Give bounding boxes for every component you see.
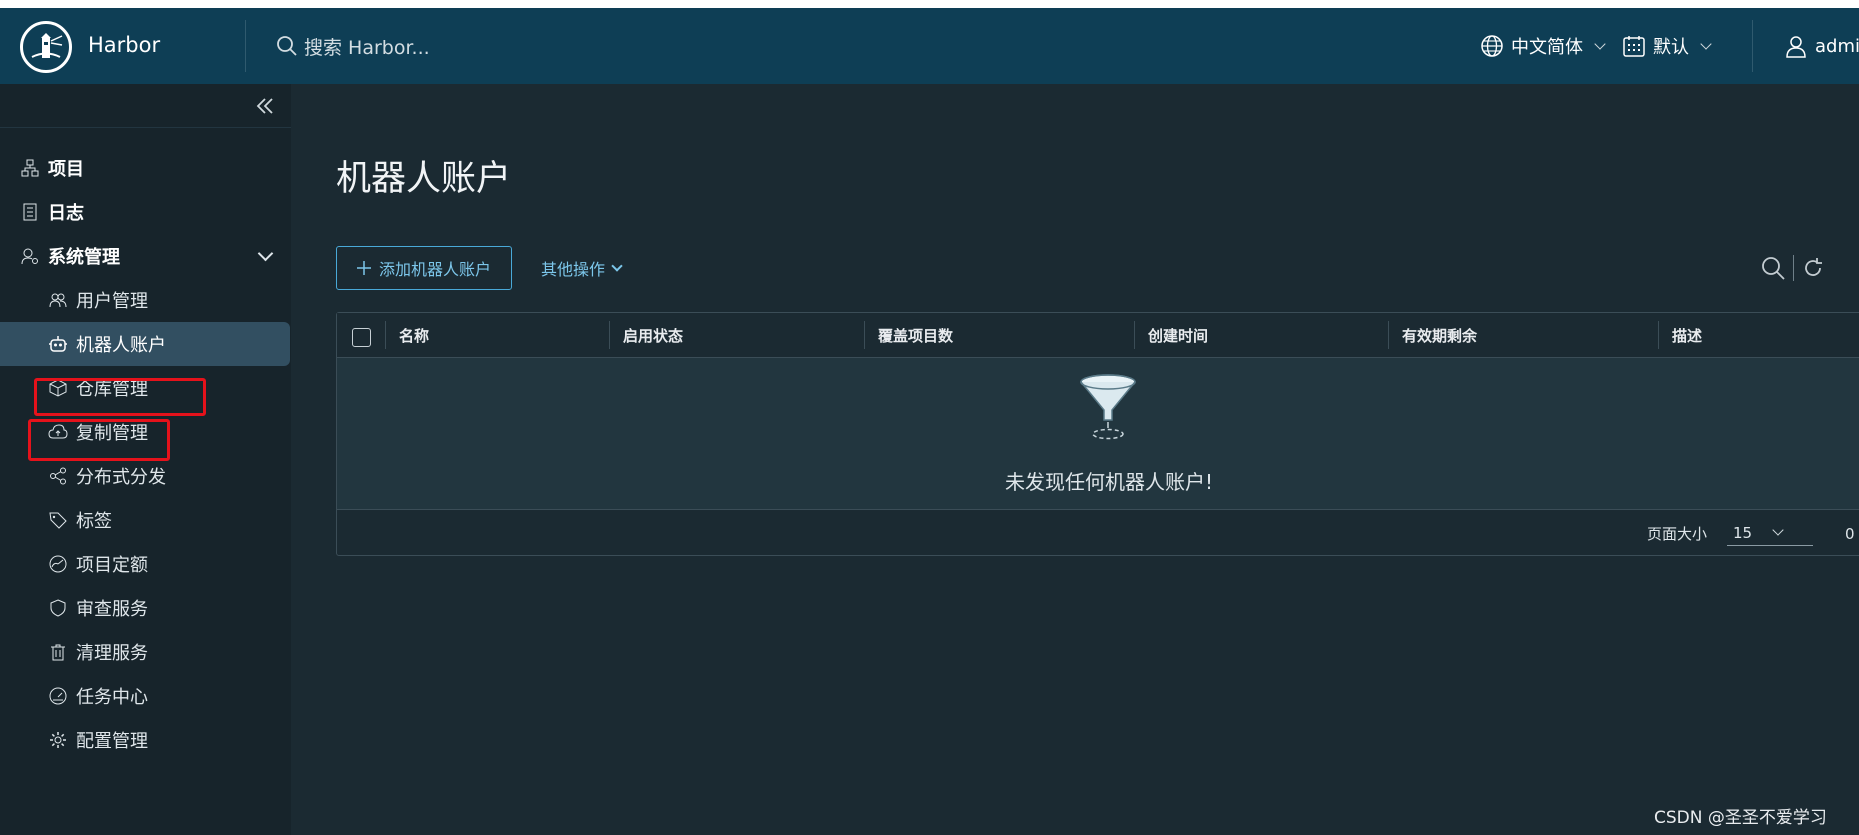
global-search[interactable]: 搜索 Harbor... [276, 30, 430, 62]
shield-icon [48, 598, 68, 618]
log-icon [20, 202, 40, 222]
collapse-icon[interactable] [255, 96, 275, 116]
chevron-down-icon [257, 245, 274, 262]
funnel-icon [1080, 374, 1136, 440]
toolbar-divider [1793, 255, 1794, 281]
sidebar-item-label: 用户管理 [76, 291, 148, 312]
sidebar-item-label: 分布式分发 [76, 467, 166, 488]
sidebar-item-label: 配置管理 [76, 731, 148, 752]
plus-icon [356, 261, 371, 275]
users-icon [48, 290, 68, 310]
dashboard-icon [48, 686, 68, 706]
page-title: 机器人账户 [336, 159, 512, 199]
sidebar-collapse-bar [0, 84, 291, 128]
gauge-icon [48, 554, 68, 574]
username: admin [1815, 35, 1859, 57]
sidebar-item-label: 任务中心 [76, 687, 148, 708]
share-icon [48, 466, 68, 486]
language-label: 中文简体 [1511, 37, 1583, 58]
select-all-checkbox[interactable] [352, 328, 371, 347]
robot-accounts-table: 名称 启用状态 覆盖项目数 创建时间 有效期剩余 描述 未发现任何机器人账户! … [336, 312, 1859, 556]
sidebar-item-scanners[interactable]: 审查服务 [0, 586, 291, 630]
total-count: 0 条记录 [1845, 525, 1859, 543]
refresh-icon[interactable] [1802, 257, 1824, 279]
watermark: CSDN @圣圣不爱学习 [1654, 808, 1827, 828]
column-separator [1388, 321, 1389, 349]
table-header: 名称 启用状态 覆盖项目数 创建时间 有效期剩余 描述 [337, 313, 1859, 358]
sidebar: 项目 日志 系统管理 用户管理 机器人账户 仓库管理 复制管理 分布式分发 标签… [0, 84, 291, 835]
app-header: Harbor 搜索 Harbor... 中文简体 默认 admi [0, 8, 1859, 84]
page-size-select[interactable]: 15 [1727, 520, 1813, 546]
user-icon [1786, 36, 1806, 58]
chevron-down-icon [611, 260, 623, 272]
other-actions-dropdown[interactable]: 其他操作 [541, 246, 623, 290]
sidebar-item-label: 日志 [48, 203, 84, 224]
sidebar-item-projects[interactable]: 项目 [0, 146, 291, 190]
column-header-projects[interactable]: 覆盖项目数 [878, 313, 953, 358]
page-size-label: 页面大小 [1647, 525, 1708, 543]
calendar-icon [1623, 36, 1645, 57]
highlight-box-registries [34, 378, 206, 416]
empty-state-message: 未发现任何机器人账户! [1004, 470, 1214, 494]
robot-icon [48, 334, 68, 354]
add-button-label: 添加机器人账户 [378, 260, 491, 279]
theme-selector[interactable]: 默认 [1622, 30, 1712, 62]
chevron-down-icon [1594, 37, 1606, 50]
highlight-box-replications [28, 419, 170, 461]
brand-name[interactable]: Harbor [88, 33, 160, 57]
chevron-down-icon [1772, 524, 1784, 536]
tag-icon [48, 510, 68, 530]
language-selector[interactable]: 中文简体 [1480, 30, 1606, 62]
search-placeholder: 搜索 Harbor... [304, 36, 430, 59]
column-separator [385, 321, 386, 349]
gear-icon [48, 730, 68, 750]
sidebar-item-label: 系统管理 [48, 247, 120, 268]
globe-icon [1481, 35, 1503, 57]
column-header-name[interactable]: 名称 [399, 313, 429, 358]
main-content: 机器人账户 添加机器人账户 其他操作 名称 启用状态 覆盖项目数 创建时间 有效… [291, 84, 1859, 835]
user-menu[interactable]: admin [1784, 30, 1859, 62]
table-footer: 页面大小 15 0 条记录 [337, 510, 1859, 555]
sidebar-item-quotas[interactable]: 项目定额 [0, 542, 291, 586]
add-robot-account-button[interactable]: 添加机器人账户 [336, 246, 512, 290]
sidebar-item-administration[interactable]: 系统管理 [0, 234, 291, 278]
sidebar-item-configuration[interactable]: 配置管理 [0, 718, 291, 762]
projects-icon [20, 158, 40, 178]
sidebar-item-users[interactable]: 用户管理 [0, 278, 291, 322]
sidebar-item-clean-up[interactable]: 清理服务 [0, 630, 291, 674]
sidebar-item-label: 项目 [48, 159, 84, 180]
sidebar-item-label: 项目定额 [76, 555, 148, 576]
column-header-status[interactable]: 启用状态 [623, 313, 683, 358]
sidebar-item-label: 机器人账户 [76, 335, 166, 356]
column-header-description[interactable]: 描述 [1672, 313, 1702, 358]
column-separator [609, 321, 610, 349]
header-divider [1752, 20, 1753, 72]
column-separator [864, 321, 865, 349]
column-separator [1134, 321, 1135, 349]
top-strip [0, 0, 1859, 8]
sidebar-item-label: 清理服务 [76, 643, 148, 664]
search-icon [277, 36, 297, 56]
sidebar-item-labels[interactable]: 标签 [0, 498, 291, 542]
column-header-created[interactable]: 创建时间 [1148, 313, 1208, 358]
sidebar-item-label: 标签 [76, 511, 112, 532]
page-size-value: 15 [1733, 523, 1753, 542]
table-body-empty: 未发现任何机器人账户! [337, 358, 1859, 510]
sidebar-item-robot-accounts[interactable]: 机器人账户 [0, 322, 290, 366]
trash-icon [48, 642, 68, 662]
sidebar-item-job-service[interactable]: 任务中心 [0, 674, 291, 718]
theme-label: 默认 [1653, 37, 1689, 58]
column-separator [1658, 321, 1659, 349]
admin-icon [20, 246, 40, 266]
chevron-down-icon [1700, 37, 1712, 50]
sidebar-item-logs[interactable]: 日志 [0, 190, 291, 234]
other-actions-label: 其他操作 [541, 260, 606, 279]
column-header-expiration[interactable]: 有效期剩余 [1402, 313, 1477, 358]
search-icon[interactable] [1761, 256, 1785, 280]
harbor-logo-icon[interactable] [20, 21, 72, 73]
sidebar-item-label: 审查服务 [76, 599, 148, 620]
header-divider [245, 20, 246, 72]
grid-toolbar [1761, 252, 1824, 284]
